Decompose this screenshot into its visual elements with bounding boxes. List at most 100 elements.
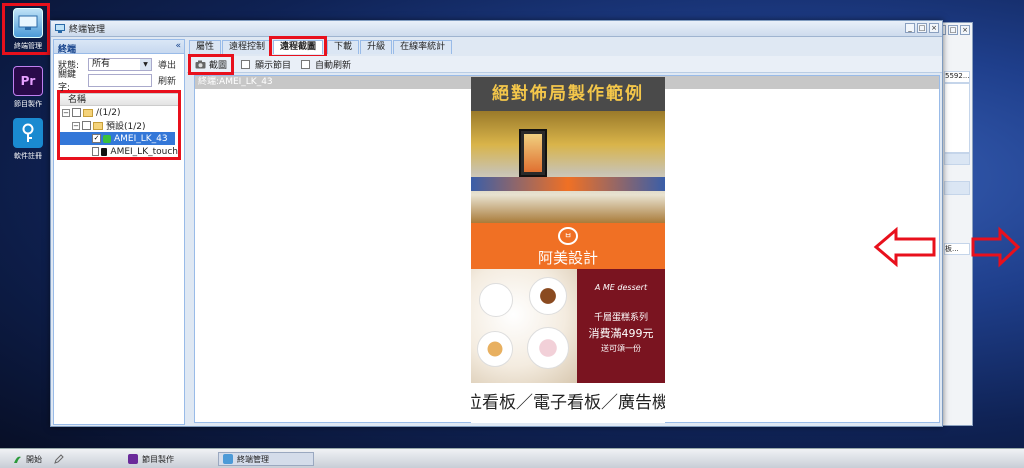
- window-titlebar[interactable]: 終端管理 _ □ ×: [51, 21, 942, 37]
- tree-item-checkbox-checked[interactable]: ✓: [92, 134, 101, 143]
- desktop-icon-software-registration[interactable]: 軟件註冊: [8, 118, 48, 161]
- start-label: 開始: [26, 454, 42, 464]
- terminal-management-window: 終端管理 _ □ × 終端 « 狀態: 所有 ▼ 導出 關鍵字: 刷新 名稱 −…: [50, 20, 943, 427]
- panel-header: 終端 «: [54, 40, 184, 55]
- annotation-arrow-left-icon: [873, 226, 936, 268]
- tree-root-row[interactable]: − /(1/2): [60, 106, 178, 119]
- tab-upgrade[interactable]: 升級: [360, 40, 393, 54]
- panel-title: 終端: [58, 45, 77, 55]
- terminal-screenshot-image: 絕對佈局製作範例 ㅂ 阿美設計 A ME dessert 千層蛋糕系列 消費滿4…: [471, 77, 665, 423]
- tab-online-rate[interactable]: 在線率統計: [393, 40, 453, 54]
- folder-icon: [93, 121, 103, 130]
- premiere-icon: [128, 454, 138, 464]
- tab-download[interactable]: 下載: [327, 40, 360, 54]
- poster-dessert-photo: [471, 269, 577, 383]
- show-program-checkbox[interactable]: 顯示節目: [241, 58, 291, 71]
- desktop-icon-label: 終端管理: [14, 42, 42, 50]
- background-text: 板...: [944, 243, 970, 255]
- collapse-icon[interactable]: «: [175, 41, 181, 51]
- maximize-button[interactable]: □: [917, 23, 927, 33]
- taskbar-task-label: 節目製作: [142, 454, 174, 464]
- chevron-down-icon: ▼: [140, 58, 151, 70]
- background-list: [944, 83, 970, 153]
- bg-maximize-button[interactable]: □: [948, 25, 958, 35]
- background-header: [944, 181, 970, 195]
- window-title: 終端管理: [69, 25, 106, 35]
- plate-shape: [527, 327, 569, 369]
- brand-logo-icon: ㅂ: [558, 227, 578, 245]
- tree-item-label: AMEI_LK_touch: [110, 146, 178, 157]
- keyword-label: 關鍵字:: [58, 70, 77, 93]
- tab-properties[interactable]: 屬性: [189, 40, 222, 54]
- taskbar-task-label: 終端管理: [237, 454, 269, 464]
- poster-store-photo: [471, 111, 665, 223]
- tree-group-row[interactable]: − 預設(1/2): [60, 119, 178, 132]
- poster-footer: 位看板／電子看板／廣告機: [471, 383, 665, 423]
- screenshot-button[interactable]: 截圖: [187, 53, 235, 75]
- tab-bar: 屬性 遠程控制 遠程截圖 下載 升級 在線率統計: [189, 36, 453, 58]
- background-row-selected: [944, 153, 970, 165]
- poster-brand-name: 阿美設計: [537, 249, 598, 267]
- keyword-input[interactable]: [88, 73, 152, 87]
- bg-close-button[interactable]: ×: [960, 25, 970, 35]
- taskbar-task-terminal-management[interactable]: 終端管理: [218, 452, 314, 466]
- collapse-toggle-icon[interactable]: −: [72, 121, 80, 130]
- taskbar: 開始 節目製作 終端管理: [0, 448, 1024, 468]
- offline-terminal-icon: [101, 147, 108, 156]
- screenshot-button-label: 截圖: [209, 60, 228, 71]
- tree-item-label: AMEI_LK_43: [114, 133, 168, 144]
- desktop-icon-terminal-management[interactable]: 終端管理: [8, 8, 48, 51]
- auto-refresh-checkbox[interactable]: 自動刷新: [301, 58, 351, 71]
- export-button[interactable]: 導出: [158, 58, 176, 71]
- window-app-icon: [55, 24, 65, 33]
- desktop-icon-program-production[interactable]: Pr 節目製作: [8, 66, 48, 109]
- annotation-box-tree: 名稱 − /(1/2) − 預設(1/2) ✓ AMEI_LK_43 AMEI_…: [57, 90, 181, 160]
- status-select[interactable]: 所有 ▼: [88, 57, 152, 71]
- promo-line-1: 千層蛋糕系列: [593, 313, 648, 323]
- promo-line-3: 送可頌一份: [601, 344, 641, 353]
- tree-group-checkbox[interactable]: [82, 121, 91, 130]
- tree-root-checkbox[interactable]: [72, 108, 81, 117]
- poster-counter-stripe: [471, 177, 665, 191]
- plate-shape: [479, 283, 513, 317]
- screenshot-toolbar: 截圖 顯示節目 自動刷新: [187, 53, 942, 75]
- start-button[interactable]: 開始: [12, 452, 42, 466]
- desktop-icon-label: 節目製作: [14, 100, 42, 108]
- key-icon: [13, 118, 43, 148]
- poster-headline: 絕對佈局製作範例: [471, 77, 665, 111]
- collapse-toggle-icon[interactable]: −: [62, 108, 70, 117]
- tree-item-checkbox[interactable]: [92, 147, 99, 156]
- desktop-icon-label: 軟件註冊: [14, 152, 42, 160]
- poster-promo-section: A ME dessert 千層蛋糕系列 消費滿499元 送可頌一份: [471, 269, 665, 383]
- checkbox-box[interactable]: [301, 59, 311, 69]
- start-icon: [14, 456, 21, 463]
- tree-item[interactable]: AMEI_LK_touch: [60, 145, 178, 158]
- poster-promo-panel: A ME dessert 千層蛋糕系列 消費滿499元 送可頌一份: [577, 269, 665, 383]
- premiere-icon: Pr: [13, 66, 43, 96]
- promo-line-2: 消費滿499元: [588, 327, 654, 340]
- tree-root-label: /(1/2): [96, 107, 121, 118]
- checkbox-box[interactable]: [241, 59, 251, 69]
- online-terminal-icon: [103, 134, 111, 143]
- auto-refresh-label: 自動刷新: [315, 60, 352, 71]
- tab-remote-screenshot[interactable]: 遠程截圖: [269, 36, 328, 58]
- tree-group-label: 預設(1/2): [106, 122, 146, 132]
- taskbar-pin[interactable]: [54, 452, 64, 466]
- keyword-filter-row: 關鍵字: 刷新: [54, 70, 184, 93]
- tree-item-selected[interactable]: ✓ AMEI_LK_43: [60, 132, 175, 145]
- edit-icon: [54, 454, 64, 464]
- close-button[interactable]: ×: [929, 23, 939, 33]
- monitor-icon: [223, 454, 233, 464]
- annotation-arrow-right-icon: [971, 226, 1021, 268]
- refresh-button[interactable]: 刷新: [158, 74, 176, 87]
- minimize-button[interactable]: _: [905, 23, 915, 33]
- show-program-label: 顯示節目: [255, 60, 292, 71]
- background-cell: 5592...: [944, 71, 970, 83]
- terminal-panel: 終端 « 狀態: 所有 ▼ 導出 關鍵字: 刷新 名稱 − /(1/2) − 預…: [53, 39, 185, 425]
- tab-remote-control[interactable]: 遠程控制: [222, 40, 273, 54]
- camera-icon: [195, 60, 206, 68]
- status-select-value: 所有: [92, 58, 111, 69]
- taskbar-task-program-production[interactable]: 節目製作: [126, 452, 214, 466]
- tree-column-header: 名稱: [60, 93, 178, 106]
- poster-brand-banner: ㅂ 阿美設計: [471, 223, 665, 269]
